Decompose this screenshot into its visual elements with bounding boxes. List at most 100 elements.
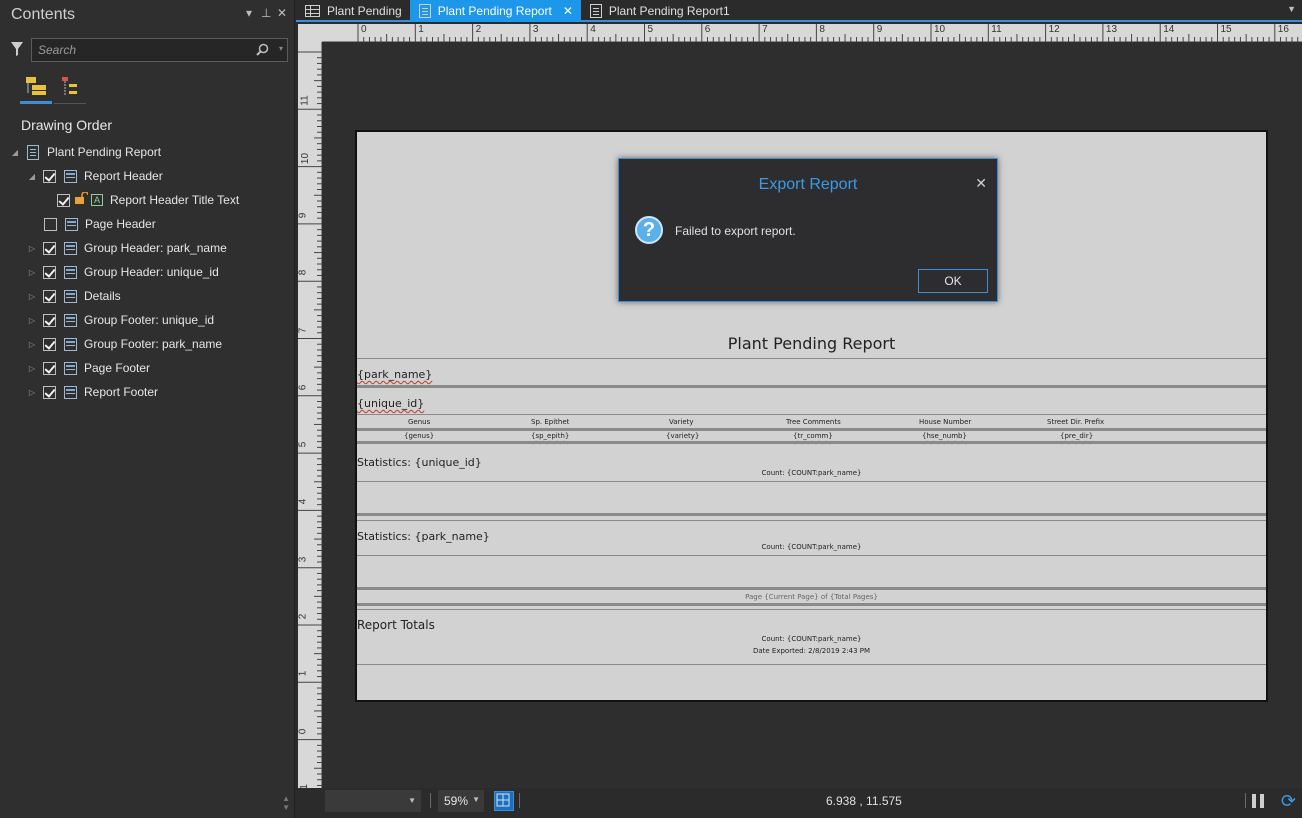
tree-item-group-header-park[interactable]: ▷ Group Header: park_name: [27, 236, 227, 260]
unique-id-field[interactable]: {unique_id}: [357, 397, 424, 410]
list-by-drawing-order-tab[interactable]: [20, 70, 52, 104]
totals-count[interactable]: Count: {COUNT:park_name}: [357, 635, 1266, 643]
search-row: ▾: [8, 38, 288, 62]
visibility-checkbox[interactable]: [44, 217, 57, 231]
contents-title: Contents: [11, 6, 76, 23]
expand-icon[interactable]: ▷: [27, 243, 37, 253]
column-header[interactable]: House Number: [919, 418, 971, 426]
ruler-label: 6: [704, 24, 711, 35]
ok-button[interactable]: OK: [918, 269, 988, 293]
date-exported[interactable]: Date Exported: 2/8/2019 2:43 PM: [357, 647, 1266, 655]
tree-item-page-header[interactable]: Page Header: [44, 212, 156, 236]
ruler-label: 2: [475, 24, 482, 35]
tree-item-label: Report Header Title Text: [110, 193, 240, 207]
visibility-checkbox[interactable]: [43, 337, 56, 351]
visibility-checkbox[interactable]: [57, 193, 70, 207]
visibility-checkbox[interactable]: [43, 289, 56, 303]
expand-icon[interactable]: ▷: [27, 363, 37, 373]
question-icon: ?: [635, 216, 663, 244]
detail-field[interactable]: {variety}: [666, 432, 699, 440]
stats-unique-count[interactable]: Count: {COUNT:park_name}: [357, 469, 1266, 477]
pause-drawing-icon[interactable]: [1252, 794, 1264, 808]
search-input[interactable]: [32, 39, 287, 61]
tab-label: Plant Pending Report: [437, 4, 552, 18]
visibility-checkbox[interactable]: [43, 361, 56, 375]
tab-plant-pending[interactable]: Plant Pending: [296, 0, 410, 22]
close-tab-icon[interactable]: ✕: [563, 4, 573, 18]
tree-item-report-header[interactable]: ◢ Report Header: [27, 164, 163, 188]
detail-field[interactable]: {genus}: [404, 432, 434, 440]
detail-field[interactable]: {hse_numb}: [922, 432, 967, 440]
snapping-toggle[interactable]: [494, 791, 514, 811]
expand-icon[interactable]: ▷: [27, 267, 37, 277]
filter-icon[interactable]: [10, 41, 24, 62]
tree-root-row[interactable]: ◢ Plant Pending Report: [10, 140, 161, 164]
section-icon: [65, 217, 78, 231]
detail-field[interactable]: {pre_dir}: [1060, 432, 1093, 440]
section-icon: [64, 241, 77, 255]
tree-item-label: Report Header: [84, 169, 163, 183]
scale-select[interactable]: ▼: [325, 790, 421, 812]
ruler-label: 1: [298, 671, 309, 677]
search-icon[interactable]: [256, 43, 269, 61]
tree-item-page-footer[interactable]: ▷ Page Footer: [27, 356, 150, 380]
section-divider: [357, 609, 1266, 610]
lock-icon[interactable]: [74, 191, 89, 208]
visibility-checkbox[interactable]: [43, 265, 56, 279]
stats-unique-label[interactable]: Statistics: {unique_id}: [357, 456, 482, 469]
column-header[interactable]: Variety: [669, 418, 694, 426]
expand-icon[interactable]: ▷: [27, 387, 37, 397]
tree-item-details[interactable]: ▷ Details: [27, 284, 121, 308]
ruler-label: 5: [298, 441, 309, 448]
list-by-selection-tab[interactable]: [54, 70, 86, 104]
column-header[interactable]: Tree Comments: [786, 418, 841, 426]
stats-park-label[interactable]: Statistics: {park_name}: [357, 530, 490, 543]
collapse-icon[interactable]: ◢: [10, 147, 20, 157]
ruler-label: 13: [1105, 24, 1118, 35]
search-options-icon[interactable]: ▾: [279, 44, 283, 53]
report-view[interactable]: 012345678910111213141516 11109876543210-…: [298, 24, 1302, 788]
detail-field[interactable]: {sp_epith}: [531, 432, 569, 440]
column-header[interactable]: Street Dir. Prefix: [1047, 418, 1104, 426]
section-icon: [64, 337, 77, 351]
visibility-checkbox[interactable]: [43, 313, 56, 327]
visibility-checkbox[interactable]: [43, 385, 56, 399]
tree-item-group-header-unique[interactable]: ▷ Group Header: unique_id: [27, 260, 219, 284]
collapse-icon[interactable]: ◢: [27, 171, 37, 181]
zoom-select[interactable]: 59% ▼: [438, 790, 484, 812]
expand-icon[interactable]: ▷: [27, 339, 37, 349]
expand-icon[interactable]: ▷: [27, 291, 37, 301]
page-footer-text[interactable]: Page {Current Page} of {Total Pages}: [357, 593, 1266, 601]
section-divider: [357, 664, 1266, 665]
pane-menu-icon[interactable]: ▾: [246, 6, 252, 20]
pin-icon[interactable]: ⊥: [261, 6, 271, 20]
separator: [1245, 793, 1246, 808]
visibility-checkbox[interactable]: [43, 241, 56, 255]
park-name-field[interactable]: {park_name}: [357, 368, 432, 381]
report-totals-label[interactable]: Report Totals: [357, 618, 435, 632]
close-icon[interactable]: ✕: [975, 175, 987, 192]
tree-item-group-footer-park[interactable]: ▷ Group Footer: park_name: [27, 332, 222, 356]
section-divider: [357, 481, 1266, 482]
stats-park-count[interactable]: Count: {COUNT:park_name}: [357, 543, 1266, 551]
tree-item-group-footer-unique[interactable]: ▷ Group Footer: unique_id: [27, 308, 214, 332]
ruler-corner: [298, 24, 322, 42]
tab-plant-pending-report[interactable]: Plant Pending Report ✕: [409, 0, 581, 22]
visibility-checkbox[interactable]: [43, 169, 56, 183]
ruler-label: 5: [647, 24, 654, 35]
tree-item-report-header-title-text[interactable]: A Report Header Title Text: [57, 188, 239, 212]
tab-overflow-icon[interactable]: ▼: [1287, 4, 1296, 14]
detail-field[interactable]: {tr_comm}: [793, 432, 833, 440]
tab-plant-pending-report1[interactable]: Plant Pending Report1: [581, 0, 738, 22]
report-title[interactable]: Plant Pending Report: [357, 334, 1266, 353]
section-divider: [357, 441, 1266, 444]
arcgis-pro-window: Contents ▾ ⊥ ✕ ▾ Draw: [0, 0, 1302, 818]
column-header[interactable]: Sp. Epithet: [531, 418, 569, 426]
refresh-icon[interactable]: ⟳: [1281, 791, 1296, 812]
tree-item-report-footer[interactable]: ▷ Report Footer: [27, 380, 158, 404]
tab-label: Plant Pending Report1: [608, 4, 730, 18]
expand-icon[interactable]: ▷: [27, 315, 37, 325]
pane-scroll-arrows[interactable]: ▲ ▼: [282, 794, 290, 812]
close-pane-icon[interactable]: ✕: [277, 6, 287, 20]
column-header[interactable]: Genus: [408, 418, 430, 426]
